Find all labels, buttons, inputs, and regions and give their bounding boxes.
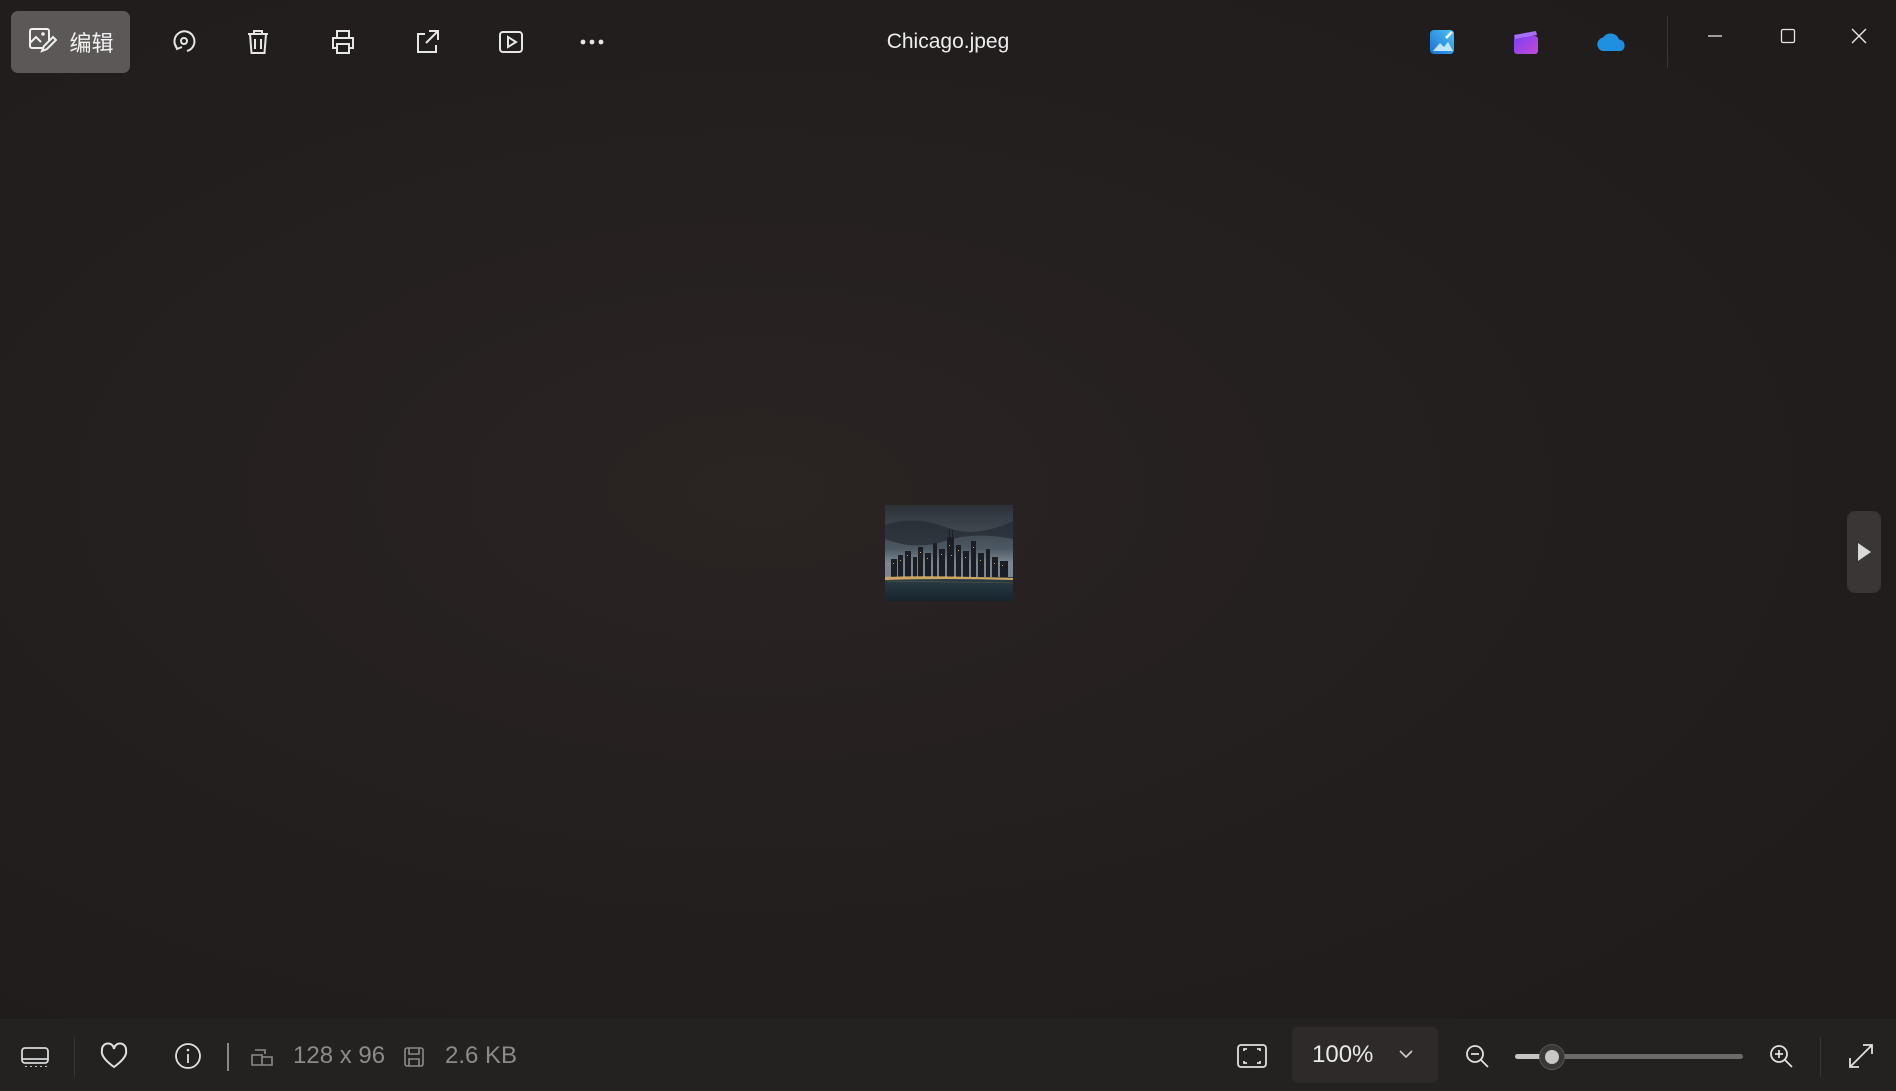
info-icon (175, 1043, 201, 1069)
clipchamp-icon (1514, 31, 1538, 54)
zoom-value: 100% (1312, 1041, 1374, 1068)
clipchamp-button[interactable] (1502, 11, 1550, 73)
dimensions-icon (248, 1044, 276, 1070)
image-dimensions: 128 x 96 (293, 1042, 386, 1069)
filmstrip-icon (21, 1047, 49, 1067)
fit-to-window-button[interactable] (1234, 1039, 1270, 1073)
photo-editor-app-icon (1430, 30, 1454, 54)
status-separator-2 (227, 1043, 229, 1071)
status-separator-1 (74, 1037, 75, 1077)
chicago-skyline-image (885, 505, 1013, 601)
maximize-icon (1780, 28, 1796, 44)
minimize-button[interactable] (1687, 14, 1743, 58)
favorite-button[interactable] (96, 1038, 132, 1074)
status-separator-3 (1820, 1037, 1821, 1077)
chevron-down-icon (1399, 1050, 1413, 1059)
title-separator (1667, 16, 1668, 68)
file-size-icon (400, 1044, 428, 1070)
full-screen-button[interactable] (1843, 1038, 1879, 1074)
close-icon (1851, 28, 1867, 44)
file-info-button[interactable] (170, 1038, 206, 1074)
zoom-in-button[interactable] (1764, 1039, 1798, 1073)
title-bar: 编辑 Chicago.jpeg (0, 0, 1896, 86)
next-image-button[interactable] (1847, 511, 1881, 593)
chevron-right-icon (1858, 543, 1871, 561)
zoom-out-icon (1466, 1045, 1489, 1068)
onedrive-button[interactable] (1587, 11, 1635, 73)
close-button[interactable] (1831, 14, 1887, 58)
photo-editor-app-button[interactable] (1418, 11, 1466, 73)
zoom-in-icon (1770, 1045, 1793, 1068)
zoom-level-dropdown[interactable]: 100% (1292, 1027, 1438, 1083)
minimize-icon (1708, 35, 1722, 37)
zoom-out-button[interactable] (1460, 1039, 1494, 1073)
full-screen-icon (1849, 1044, 1873, 1068)
heart-icon (100, 1042, 128, 1069)
photo-viewer-image[interactable] (885, 505, 1013, 601)
fit-window-icon (1237, 1044, 1267, 1068)
file-size: 2.6 KB (445, 1042, 518, 1069)
onedrive-icon (1597, 33, 1625, 51)
maximize-button[interactable] (1760, 14, 1816, 58)
filmstrip-button[interactable] (16, 1039, 54, 1073)
